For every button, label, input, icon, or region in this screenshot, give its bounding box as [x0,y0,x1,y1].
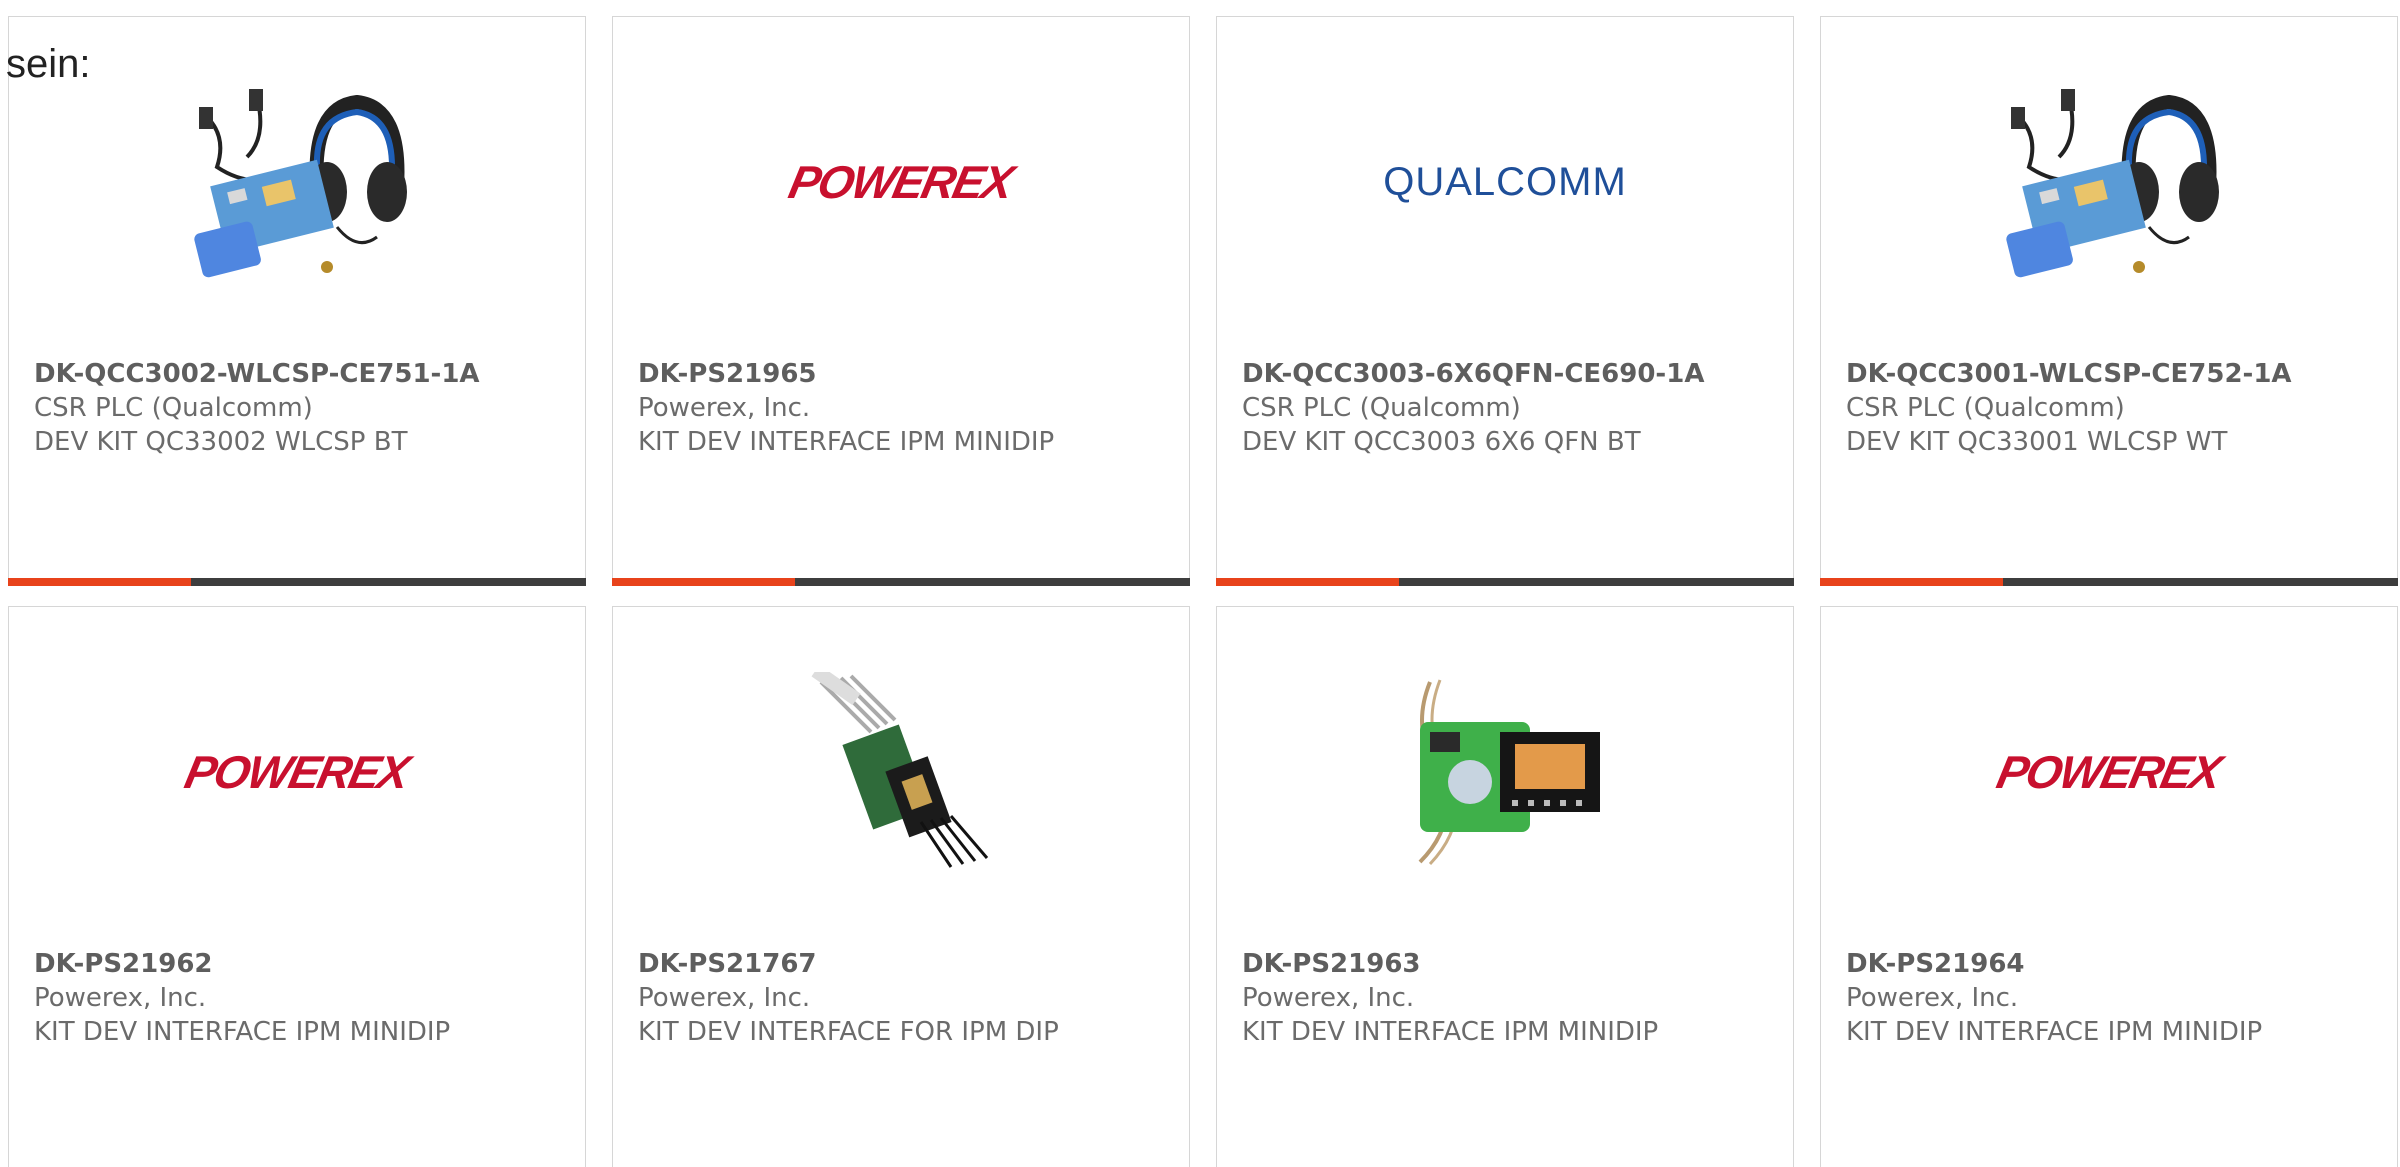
product-image[interactable]: POWEREX [9,667,585,877]
qualcomm-logo: QUALCOMM [1383,159,1627,204]
product-image[interactable]: POWEREX [613,77,1189,287]
manufacturer: Powerex, Inc. [34,983,207,1013]
product-image[interactable] [9,77,585,287]
product-info: DK-QCC3003-6X6QFN-CE690-1A CSR PLC (Qual… [1242,357,1773,459]
product-image[interactable] [1821,77,2397,287]
product-card[interactable]: DK-PS21767 Powerex, Inc. KIT DEV INTERFA… [612,606,1190,1167]
product-image[interactable]: QUALCOMM [1217,77,1793,287]
powerex-logo: POWEREX [784,156,1018,208]
product-card[interactable]: POWEREX DK-PS21965 Powerex, Inc. KIT DEV… [612,16,1190,586]
part-number-link[interactable]: DK-PS21767 [638,947,1169,981]
part-number-link[interactable]: DK-PS21962 [34,947,565,981]
card-bottom-bar [1820,578,2398,586]
part-number-link[interactable]: DK-PS21964 [1846,947,2377,981]
card-accent-bar [8,578,191,586]
product-info: DK-PS21964 Powerex, Inc. KIT DEV INTERFA… [1846,947,2377,1049]
product-card[interactable]: POWEREX DK-PS21964 Powerex, Inc. KIT DEV… [1820,606,2398,1167]
card-accent-bar [612,578,795,586]
product-card[interactable]: DK-QCC3002-WLCSP-CE751-1A CSR PLC (Qualc… [8,16,586,586]
manufacturer: Powerex, Inc. [638,983,811,1013]
part-number-link[interactable]: DK-PS21965 [638,357,1169,391]
product-info: DK-PS21963 Powerex, Inc. KIT DEV INTERFA… [1242,947,1773,1049]
description: DEV KIT QC33001 WLCSP WT [1846,427,2228,457]
description: DEV KIT QCC3003 6X6 QFN BT [1242,427,1641,457]
card-bottom-bar [1216,578,1794,586]
headset-kit-photo [194,89,407,278]
manufacturer: CSR PLC (Qualcomm) [34,393,313,423]
page: sein: DK-QCC3002-WLCSP-CE751-1A CSR PLC … [0,0,2400,1167]
card-bottom-bar [612,578,1190,586]
powerex-logo: POWEREX [180,746,414,798]
intro-text: sein: [6,42,91,86]
product-info: DK-QCC3002-WLCSP-CE751-1A CSR PLC (Qualc… [34,357,565,459]
description: DEV KIT QC33002 WLCSP BT [34,427,408,457]
part-number-link[interactable]: DK-QCC3002-WLCSP-CE751-1A [34,357,565,391]
card-accent-bar [1216,578,1399,586]
headset-kit-photo [2006,89,2219,278]
green-board-photo [1418,679,1600,866]
product-card[interactable]: QUALCOMM DK-QCC3003-6X6QFN-CE690-1A CSR … [1216,16,1794,586]
description: KIT DEV INTERFACE FOR IPM DIP [638,1017,1059,1047]
card-accent-bar [1820,578,2003,586]
product-image[interactable] [613,667,1189,877]
manufacturer: Powerex, Inc. [638,393,811,423]
description: KIT DEV INTERFACE IPM MINIDIP [34,1017,451,1047]
product-info: DK-PS21767 Powerex, Inc. KIT DEV INTERFA… [638,947,1169,1049]
part-number-link[interactable]: DK-QCC3001-WLCSP-CE752-1A [1846,357,2377,391]
powerex-logo: POWEREX [1992,746,2226,798]
description: KIT DEV INTERFACE IPM MINIDIP [1242,1017,1659,1047]
product-image[interactable] [1217,667,1793,877]
part-number-link[interactable]: DK-PS21963 [1242,947,1773,981]
manufacturer: Powerex, Inc. [1846,983,2019,1013]
cable-board-photo [811,672,989,868]
description: KIT DEV INTERFACE IPM MINIDIP [1846,1017,2263,1047]
description: KIT DEV INTERFACE IPM MINIDIP [638,427,1055,457]
product-image[interactable]: POWEREX [1821,667,2397,877]
card-bottom-bar [8,578,586,586]
manufacturer: CSR PLC (Qualcomm) [1846,393,2125,423]
product-info: DK-PS21962 Powerex, Inc. KIT DEV INTERFA… [34,947,565,1049]
manufacturer: Powerex, Inc. [1242,983,1415,1013]
product-info: DK-QCC3001-WLCSP-CE752-1A CSR PLC (Qualc… [1846,357,2377,459]
product-info: DK-PS21965 Powerex, Inc. KIT DEV INTERFA… [638,357,1169,459]
part-number-link[interactable]: DK-QCC3003-6X6QFN-CE690-1A [1242,357,1773,391]
manufacturer: CSR PLC (Qualcomm) [1242,393,1521,423]
product-grid: DK-QCC3002-WLCSP-CE751-1A CSR PLC (Qualc… [8,16,2398,1167]
product-card[interactable]: DK-QCC3001-WLCSP-CE752-1A CSR PLC (Qualc… [1820,16,2398,586]
product-card[interactable]: DK-PS21963 Powerex, Inc. KIT DEV INTERFA… [1216,606,1794,1167]
product-card[interactable]: POWEREX DK-PS21962 Powerex, Inc. KIT DEV… [8,606,586,1167]
